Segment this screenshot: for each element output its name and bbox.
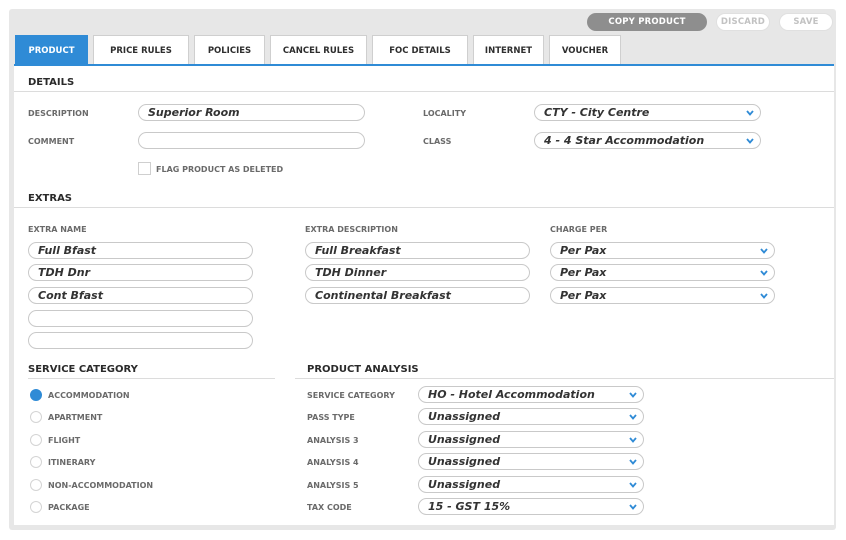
chevron-down-icon: [746, 138, 754, 144]
charge-per-value: Per Pax: [560, 289, 607, 302]
extra-description-field[interactable]: Continental Breakfast: [305, 287, 530, 304]
product-analysis-heading: PRODUCT ANALYSIS: [307, 364, 419, 375]
chevron-down-icon: [629, 459, 637, 465]
analysis-value: 15 - GST 15%: [428, 500, 511, 513]
chevron-down-icon: [760, 270, 768, 276]
details-divider: [14, 91, 834, 92]
extra-description-field[interactable]: TDH Dinner: [305, 264, 530, 281]
tab-underline: [14, 64, 834, 66]
copy-product-button[interactable]: COPY PRODUCT: [587, 13, 707, 31]
analysis-value: Unassigned: [428, 478, 501, 491]
analysis-label: ANALYSIS 3: [307, 436, 359, 445]
tab-policies[interactable]: POLICIES: [194, 35, 265, 66]
chevron-down-icon: [760, 248, 768, 254]
radio-label: FLIGHT: [48, 436, 81, 445]
charge-per-value: Per Pax: [560, 244, 607, 257]
tab-internet[interactable]: INTERNET: [473, 35, 544, 66]
radio-flight[interactable]: [30, 434, 42, 446]
service-category-heading: SERVICE CATEGORY: [28, 364, 138, 375]
radio-non-accommodation[interactable]: [30, 479, 42, 491]
tab-product[interactable]: PRODUCT: [15, 35, 88, 66]
tab-foc-details[interactable]: FOC DETAILS: [372, 35, 468, 66]
extra-name-header: EXTRA NAME: [28, 225, 87, 234]
analysis-label: SERVICE CATEGORY: [307, 391, 395, 400]
extra-name-field[interactable]: [28, 310, 253, 327]
comment-label: COMMENT: [28, 137, 75, 146]
chevron-down-icon: [746, 110, 754, 116]
radio-package[interactable]: [30, 501, 42, 513]
pass-type-select[interactable]: Unassigned: [418, 408, 644, 425]
chevron-down-icon: [629, 437, 637, 443]
analysis-label: ANALYSIS 5: [307, 481, 359, 490]
extra-description-field[interactable]: Full Breakfast: [305, 242, 530, 259]
analysis-value: Unassigned: [428, 410, 501, 423]
service-category-divider: [28, 378, 275, 379]
radio-label: NON-ACCOMMODATION: [48, 481, 154, 490]
chevron-down-icon: [629, 504, 637, 510]
radio-label: PACKAGE: [48, 503, 90, 512]
chevron-down-icon: [760, 293, 768, 299]
locality-select[interactable]: CTY - City Centre: [534, 104, 761, 121]
tab-voucher[interactable]: VOUCHER: [549, 35, 621, 66]
chevron-down-icon: [629, 414, 637, 420]
analysis-value: Unassigned: [428, 433, 501, 446]
extra-name-field[interactable]: [28, 332, 253, 349]
tab-cancel-rules[interactable]: CANCEL RULES: [270, 35, 367, 66]
class-value: 4 - 4 Star Accommodation: [544, 134, 705, 147]
tax-code-select[interactable]: 15 - GST 15%: [418, 498, 644, 515]
extra-name-field[interactable]: TDH Dnr: [28, 264, 253, 281]
analysis-label: PASS TYPE: [307, 413, 355, 422]
extra-description-header: EXTRA DESCRIPTION: [305, 225, 398, 234]
analysis-3-select[interactable]: Unassigned: [418, 431, 644, 448]
locality-label: LOCALITY: [423, 109, 466, 118]
analysis-5-select[interactable]: Unassigned: [418, 476, 644, 493]
description-field[interactable]: Superior Room: [138, 104, 365, 121]
charge-per-header: CHARGE PER: [550, 225, 608, 234]
chevron-down-icon: [629, 482, 637, 488]
analysis-label: TAX CODE: [307, 503, 352, 512]
analysis-value: HO - Hotel Accommodation: [428, 388, 595, 401]
extra-name-field[interactable]: Full Bfast: [28, 242, 253, 259]
analysis-value: Unassigned: [428, 455, 501, 468]
analysis-label: ANALYSIS 4: [307, 458, 359, 467]
flag-deleted-checkbox[interactable]: [138, 162, 151, 175]
extra-name-field[interactable]: Cont Bfast: [28, 287, 253, 304]
extras-heading: EXTRAS: [28, 193, 73, 204]
radio-accommodation[interactable]: [30, 389, 42, 401]
extras-divider: [14, 207, 834, 208]
charge-per-select[interactable]: Per Pax: [550, 287, 775, 304]
details-heading: DETAILS: [28, 77, 75, 88]
description-label: DESCRIPTION: [28, 109, 89, 118]
class-select[interactable]: 4 - 4 Star Accommodation: [534, 132, 761, 149]
radio-label: ITINERARY: [48, 458, 96, 467]
radio-label: APARTMENT: [48, 413, 103, 422]
discard-button[interactable]: DISCARD: [716, 13, 770, 31]
charge-per-value: Per Pax: [560, 266, 607, 279]
save-button[interactable]: SAVE: [779, 13, 833, 31]
locality-value: CTY - City Centre: [544, 106, 650, 119]
service-category-select[interactable]: HO - Hotel Accommodation: [418, 386, 644, 403]
product-analysis-divider: [295, 378, 834, 379]
class-label: CLASS: [423, 137, 452, 146]
flag-deleted-label: FLAG PRODUCT AS DELETED: [156, 165, 284, 174]
radio-itinerary[interactable]: [30, 456, 42, 468]
radio-label: ACCOMMODATION: [48, 391, 130, 400]
tab-price-rules[interactable]: PRICE RULES: [93, 35, 189, 66]
comment-field[interactable]: [138, 132, 365, 149]
analysis-4-select[interactable]: Unassigned: [418, 453, 644, 470]
chevron-down-icon: [629, 392, 637, 398]
radio-apartment[interactable]: [30, 411, 42, 423]
charge-per-select[interactable]: Per Pax: [550, 264, 775, 281]
charge-per-select[interactable]: Per Pax: [550, 242, 775, 259]
